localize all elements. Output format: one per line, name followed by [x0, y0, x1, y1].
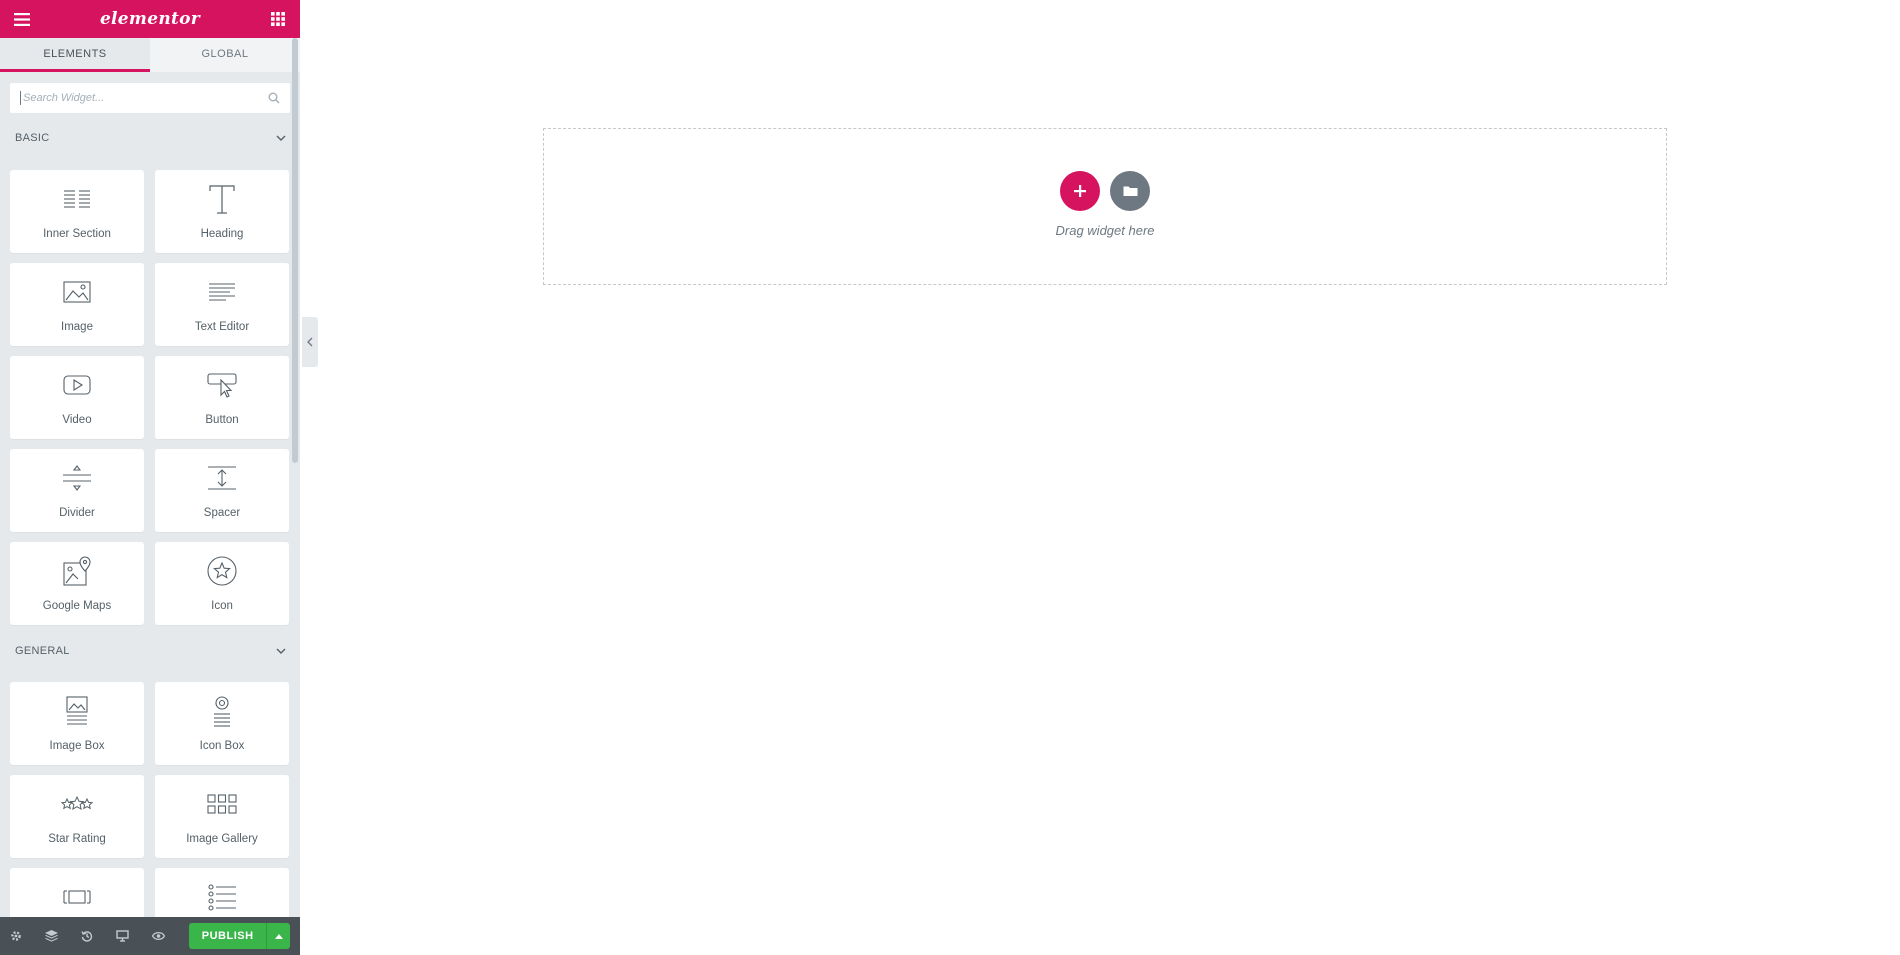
category-general-header[interactable]: GENERAL — [0, 641, 300, 661]
search-icon[interactable] — [268, 92, 280, 104]
widget-google-maps[interactable]: Google Maps — [10, 542, 144, 625]
panel-header: elementor — [0, 0, 300, 38]
star-circle-icon — [206, 555, 238, 592]
search-input[interactable] — [20, 91, 268, 105]
widget-text-editor[interactable]: Text Editor — [155, 263, 289, 346]
panel-tabs: ELEMENTS GLOBAL — [0, 38, 300, 72]
divider-icon — [61, 462, 93, 499]
widget-video[interactable]: Video — [10, 356, 144, 439]
editor-panel: elementor ELEMENTS GLOBAL BASIC Inner Se… — [0, 0, 300, 955]
dropzone-hint: Drag widget here — [1055, 223, 1155, 238]
plus-icon — [1073, 184, 1087, 198]
widget-label: Spacer — [203, 507, 241, 519]
spacer-icon — [206, 462, 238, 499]
publish-options-button[interactable] — [266, 923, 291, 949]
image-carousel-icon — [61, 881, 93, 918]
widgets-grid-icon[interactable] — [268, 9, 288, 29]
icon-box-icon — [206, 695, 238, 732]
caret-up-icon — [274, 933, 283, 939]
widget-star-rating[interactable]: Star Rating — [10, 775, 144, 858]
settings-icon[interactable] — [10, 917, 45, 955]
panel-scrollbar[interactable] — [292, 38, 298, 463]
tab-elements[interactable]: ELEMENTS — [0, 38, 150, 72]
widget-inner-section[interactable]: Inner Section — [10, 170, 144, 253]
basic-widgets-grid: Inner Section Heading Image Text Editor … — [10, 170, 290, 625]
video-icon — [61, 369, 93, 406]
category-title: BASIC — [15, 132, 50, 144]
google-maps-icon — [61, 555, 93, 592]
widget-label: Text Editor — [194, 321, 250, 333]
brand-logo: elementor — [99, 9, 201, 29]
panel-footer: PUBLISH — [0, 917, 300, 955]
text-editor-icon — [206, 276, 238, 313]
widget-icon[interactable]: Icon — [155, 542, 289, 625]
category-basic-header[interactable]: BASIC — [0, 128, 300, 148]
widget-label: Icon — [211, 600, 233, 612]
widget-label: Divider — [59, 507, 95, 519]
widget-heading[interactable]: Heading — [155, 170, 289, 253]
widget-label: Star Rating — [48, 833, 106, 845]
widget-label: Image — [61, 321, 93, 333]
widget-label: Heading — [200, 228, 244, 240]
inner-section-icon — [61, 183, 93, 220]
dropzone-actions — [1060, 171, 1150, 211]
widget-image[interactable]: Image — [10, 263, 144, 346]
widget-icon-box[interactable]: Icon Box — [155, 682, 289, 765]
widget-label: Image Gallery — [186, 833, 258, 845]
widget-image-gallery[interactable]: Image Gallery — [155, 775, 289, 858]
widget-spacer[interactable]: Spacer — [155, 449, 289, 532]
preview-icon[interactable] — [151, 917, 187, 955]
chevron-down-icon — [276, 645, 286, 657]
history-icon[interactable] — [81, 917, 116, 955]
chevron-down-icon — [276, 132, 286, 144]
widget-label: Image Box — [49, 740, 105, 752]
widget-divider[interactable]: Divider — [10, 449, 144, 532]
widget-label: Video — [62, 414, 92, 426]
widget-label: Button — [205, 414, 239, 426]
widget-label: Icon Box — [199, 740, 245, 752]
image-box-icon — [61, 695, 93, 732]
hamburger-menu-icon[interactable] — [12, 9, 32, 29]
button-icon — [206, 369, 238, 406]
heading-icon — [206, 183, 238, 220]
image-icon — [61, 276, 93, 313]
widget-label: Inner Section — [43, 228, 111, 240]
tab-global[interactable]: GLOBAL — [150, 38, 300, 72]
widget-image-box[interactable]: Image Box — [10, 682, 144, 765]
publish-button[interactable]: PUBLISH — [189, 923, 267, 949]
image-gallery-icon — [206, 788, 238, 825]
add-section-button[interactable] — [1060, 171, 1100, 211]
widget-button[interactable]: Button — [155, 356, 289, 439]
icon-list-icon — [206, 881, 238, 918]
collapse-panel-button[interactable] — [302, 317, 318, 367]
folder-icon — [1123, 185, 1138, 197]
responsive-icon[interactable] — [116, 917, 151, 955]
add-template-button[interactable] — [1110, 171, 1150, 211]
category-title: GENERAL — [15, 645, 70, 657]
general-widgets-grid: Image Box Icon Box Star Rating Image Gal… — [10, 682, 290, 951]
navigator-icon[interactable] — [45, 917, 80, 955]
search-box — [10, 83, 290, 113]
empty-section-dropzone[interactable]: Drag widget here — [543, 128, 1667, 285]
chevron-left-icon — [307, 337, 313, 347]
widget-label: Google Maps — [42, 600, 112, 612]
star-rating-icon — [60, 788, 94, 825]
